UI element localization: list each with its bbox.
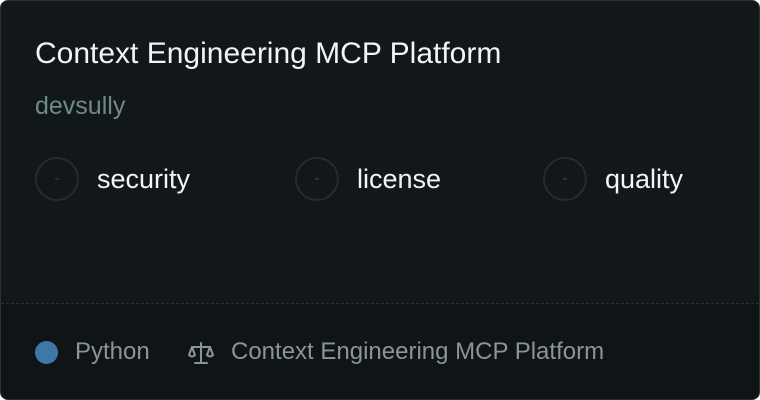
license-name: Context Engineering MCP Platform [231,338,605,365]
card-footer: Python Context Engineering MCP Platform [1,303,759,399]
repository-title[interactable]: Context Engineering MCP Platform [35,35,501,73]
quality-badge: - quality [543,155,683,203]
scale-icon [188,342,214,364]
license-score-circle: - [295,157,339,201]
score-badges: - security - license - quality [35,155,735,203]
quality-label: quality [605,164,684,194]
security-score-circle: - [35,157,79,201]
repository-owner[interactable]: devsully [35,90,125,122]
license-label: license [357,164,442,194]
quality-score-circle: - [543,157,587,201]
license-badge: - license [295,155,441,203]
security-badge: - security [35,155,190,203]
language-color-dot [35,341,58,364]
security-label: security [97,164,191,194]
language-name: Python [75,338,150,365]
repository-card[interactable]: Context Engineering MCP Platform devsull… [0,0,760,400]
